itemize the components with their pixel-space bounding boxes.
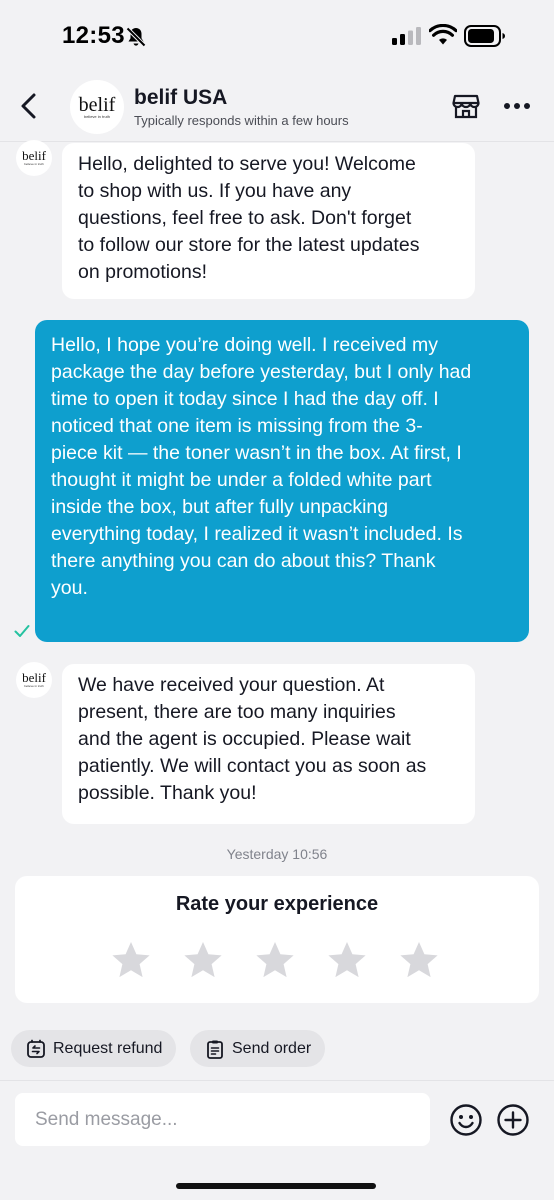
star-icon[interactable]: [255, 940, 295, 980]
star-icon[interactable]: [111, 940, 151, 980]
message-input[interactable]: [15, 1093, 430, 1146]
avatar-logo: belif: [22, 148, 46, 163]
message-text: Hello, I hope you’re doing well. I recei…: [51, 334, 472, 599]
avatar-tagline: believe in truth: [83, 113, 110, 119]
message-text: Hello, delighted to serve you! Welcome t…: [78, 153, 420, 283]
plus-circle-icon[interactable]: [496, 1103, 530, 1137]
store-icon[interactable]: [452, 92, 480, 120]
status-bar: 12:53: [0, 0, 554, 70]
check-icon: [14, 625, 30, 637]
request-refund-label: Request refund: [53, 1039, 163, 1057]
star-icon[interactable]: [327, 940, 367, 980]
avatar-tagline: believe in truth: [24, 162, 44, 166]
outgoing-message[interactable]: Hello, I hope you’re doing well. I recei…: [35, 320, 529, 642]
refund-icon: [27, 1039, 45, 1058]
incoming-message[interactable]: We have received your question. At prese…: [62, 664, 475, 824]
emoji-icon[interactable]: [449, 1103, 483, 1137]
rating-title: Rate your experience: [175, 893, 379, 915]
avatar-logo: belif: [78, 93, 116, 116]
bell-muted-icon: [125, 26, 147, 48]
avatar-tagline: believe in truth: [24, 684, 44, 688]
shop-avatar[interactable]: belif believe in truth: [70, 80, 124, 134]
home-indicator[interactable]: [176, 1183, 376, 1189]
message-timestamp: Yesterday 10:56: [226, 846, 328, 862]
clipboard-icon: [207, 1040, 223, 1059]
shop-name[interactable]: belif USA: [134, 86, 227, 110]
shop-avatar-small[interactable]: belif believe in truth: [16, 140, 52, 176]
send-order-button[interactable]: Send order: [190, 1030, 326, 1067]
battery-icon: [464, 25, 505, 47]
status-time: 12:53: [62, 22, 125, 49]
message-text: We have received your question. At prese…: [78, 674, 427, 804]
wifi-icon: [429, 24, 457, 45]
star-icon[interactable]: [183, 940, 223, 980]
more-horizontal-icon[interactable]: [503, 102, 531, 110]
cellular-signal-icon: [392, 27, 421, 45]
request-refund-button[interactable]: Request refund: [11, 1030, 177, 1067]
rating-card: Rate your experience: [15, 876, 539, 1003]
star-icon[interactable]: [399, 940, 439, 980]
message-composer: [0, 1080, 554, 1200]
send-order-label: Send order: [232, 1039, 312, 1057]
shop-response-status: Typically responds within a few hours: [134, 113, 349, 128]
star-rating: [111, 940, 451, 980]
avatar-logo: belif: [22, 670, 46, 685]
chat-header: belif believe in truth belif USA Typical…: [0, 70, 554, 142]
chevron-left-icon[interactable]: [16, 92, 42, 120]
shop-avatar-small[interactable]: belif believe in truth: [16, 662, 52, 698]
incoming-message[interactable]: Hello, delighted to serve you! Welcome t…: [62, 143, 475, 299]
